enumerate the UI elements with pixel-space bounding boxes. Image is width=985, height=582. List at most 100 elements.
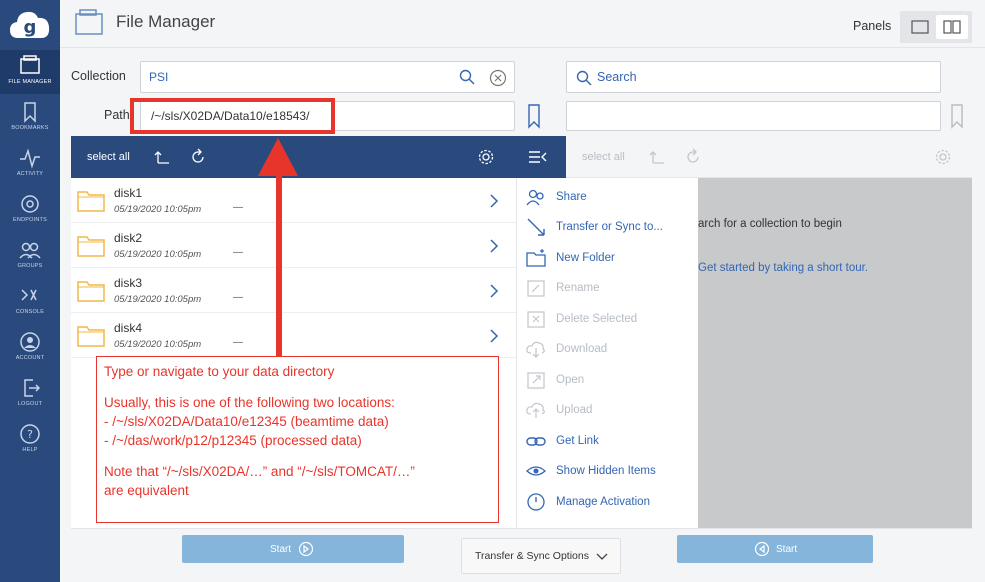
upload-icon xyxy=(526,402,545,418)
nav-account[interactable]: ACCOUNT xyxy=(0,326,60,370)
action-label: New Folder xyxy=(556,252,615,264)
power-icon xyxy=(527,493,545,511)
nav-bookmarks[interactable]: BOOKMARKS xyxy=(0,96,60,140)
chevron-right-icon[interactable] xyxy=(489,284,499,298)
right-path-input[interactable] xyxy=(566,101,941,131)
nav-activity[interactable]: ACTIVITY xyxy=(0,142,60,186)
single-panel-button[interactable] xyxy=(904,15,936,39)
annotation-line: Usually, this is one of the following tw… xyxy=(104,395,395,410)
svg-text:?: ? xyxy=(27,428,33,441)
tour-link[interactable]: Get started by taking a short tour. xyxy=(698,262,868,274)
share-action[interactable]: Share xyxy=(517,182,699,212)
nav-file-manager[interactable]: FILE MANAGER xyxy=(0,50,60,94)
action-label: Share xyxy=(556,191,587,203)
left-nav: g FILE MANAGER BOOKMARKS ACTIVITY ENDPOI… xyxy=(0,0,60,582)
right-toolbar: select all xyxy=(566,136,972,178)
bookmark-icon[interactable] xyxy=(950,103,964,129)
folder-icon xyxy=(77,191,105,212)
get-link-action[interactable]: Get Link xyxy=(517,426,699,456)
select-all-button[interactable]: select all xyxy=(87,151,130,163)
collection-value: PSI xyxy=(149,70,169,84)
bottom-bar: Start Transfer & Sync Options Start xyxy=(71,528,972,576)
rename-icon xyxy=(527,280,545,297)
arrow-left-circle-icon xyxy=(754,541,770,557)
endpoints-icon xyxy=(21,195,39,213)
console-icon xyxy=(21,289,37,301)
show-hidden-action[interactable]: Show Hidden Items xyxy=(517,456,699,486)
annotation-line: Note that “/~/sls/X02DA/…” and “/~/sls/T… xyxy=(104,464,415,479)
panels-toggle xyxy=(900,11,972,43)
dual-panel-button[interactable] xyxy=(936,15,968,39)
nav-logout[interactable]: LOGOUT xyxy=(0,372,60,416)
nav-console[interactable]: CONSOLE xyxy=(0,280,60,324)
clear-icon[interactable] xyxy=(489,69,507,87)
link-icon xyxy=(526,437,546,446)
upload-action[interactable]: Upload xyxy=(517,395,699,425)
action-label: Open xyxy=(556,374,585,386)
search-icon xyxy=(576,70,592,86)
download-action[interactable]: Download xyxy=(517,334,699,364)
file-manager-icon xyxy=(20,55,40,74)
collection-input[interactable]: PSI xyxy=(140,61,515,93)
up-folder-icon[interactable] xyxy=(154,149,170,165)
folder-icon xyxy=(77,281,105,302)
start-right-button[interactable]: Start xyxy=(677,535,873,563)
transfer-icon xyxy=(527,218,545,236)
account-icon xyxy=(20,332,40,352)
activity-icon xyxy=(20,148,40,169)
groups-icon xyxy=(19,242,41,259)
new-folder-action[interactable]: New Folder xyxy=(517,243,699,273)
chevron-right-icon[interactable] xyxy=(489,329,499,343)
nav-label: FILE MANAGER xyxy=(8,79,52,85)
download-icon xyxy=(526,341,545,358)
nav-groups[interactable]: GROUPS xyxy=(0,234,60,278)
dual-panel-icon xyxy=(943,20,961,34)
nav-help[interactable]: ? HELP xyxy=(0,418,60,462)
start-left-button[interactable]: Start xyxy=(182,535,404,563)
right-search-input[interactable]: Search xyxy=(566,61,941,93)
rename-action[interactable]: Rename xyxy=(517,273,699,303)
page-title: File Manager xyxy=(116,12,216,31)
select-all-button[interactable]: select all xyxy=(582,151,625,163)
svg-text:g: g xyxy=(24,17,37,38)
panels-label: Panels xyxy=(853,19,892,33)
chevron-right-icon[interactable] xyxy=(489,239,499,253)
bookmark-icon[interactable] xyxy=(527,103,541,129)
folder-icon xyxy=(77,326,105,347)
chevron-right-icon[interactable] xyxy=(489,194,499,208)
nav-label: ACTIVITY xyxy=(16,171,44,177)
annotation-highlight-box xyxy=(130,98,335,134)
search-icon[interactable] xyxy=(459,69,475,85)
refresh-icon[interactable] xyxy=(189,148,207,166)
open-action[interactable]: Open xyxy=(517,365,699,395)
file-date: 05/19/2020 10:05pm xyxy=(114,339,202,350)
manage-activation-action[interactable]: Manage Activation xyxy=(517,487,699,517)
start-label: Start xyxy=(776,544,798,555)
options-label: Transfer & Sync Options xyxy=(475,550,589,562)
annotation-note: Type or navigate to your data directory … xyxy=(96,356,499,523)
chevron-down-icon xyxy=(596,553,608,560)
action-label: Manage Activation xyxy=(556,496,650,508)
gear-icon[interactable] xyxy=(477,148,495,166)
nav-label: ENDPOINTS xyxy=(13,217,47,223)
nav-endpoints[interactable]: ENDPOINTS xyxy=(0,188,60,232)
refresh-icon[interactable] xyxy=(684,148,702,166)
globus-logo-icon[interactable]: g xyxy=(8,8,52,42)
transfer-action[interactable]: Transfer or Sync to... xyxy=(517,212,699,242)
right-panel: arch for a collection to begin Get start… xyxy=(698,178,972,528)
open-icon xyxy=(527,372,545,389)
transfer-sync-options-button[interactable]: Transfer & Sync Options xyxy=(461,538,621,574)
nav-label: GROUPS xyxy=(17,263,43,269)
eye-icon xyxy=(526,466,546,476)
action-label: Transfer or Sync to... xyxy=(556,221,663,233)
delete-action[interactable]: Delete Selected xyxy=(517,304,699,334)
file-name: disk2 xyxy=(114,231,143,245)
nav-label: LOGOUT xyxy=(17,401,43,407)
start-label: Start xyxy=(270,544,292,555)
gear-icon[interactable] xyxy=(934,148,952,166)
path-label: Path xyxy=(104,108,130,122)
file-name: disk1 xyxy=(114,186,143,200)
nav-label: ACCOUNT xyxy=(15,355,45,361)
menu-collapse-icon[interactable] xyxy=(528,149,548,165)
up-folder-icon[interactable] xyxy=(649,149,665,165)
